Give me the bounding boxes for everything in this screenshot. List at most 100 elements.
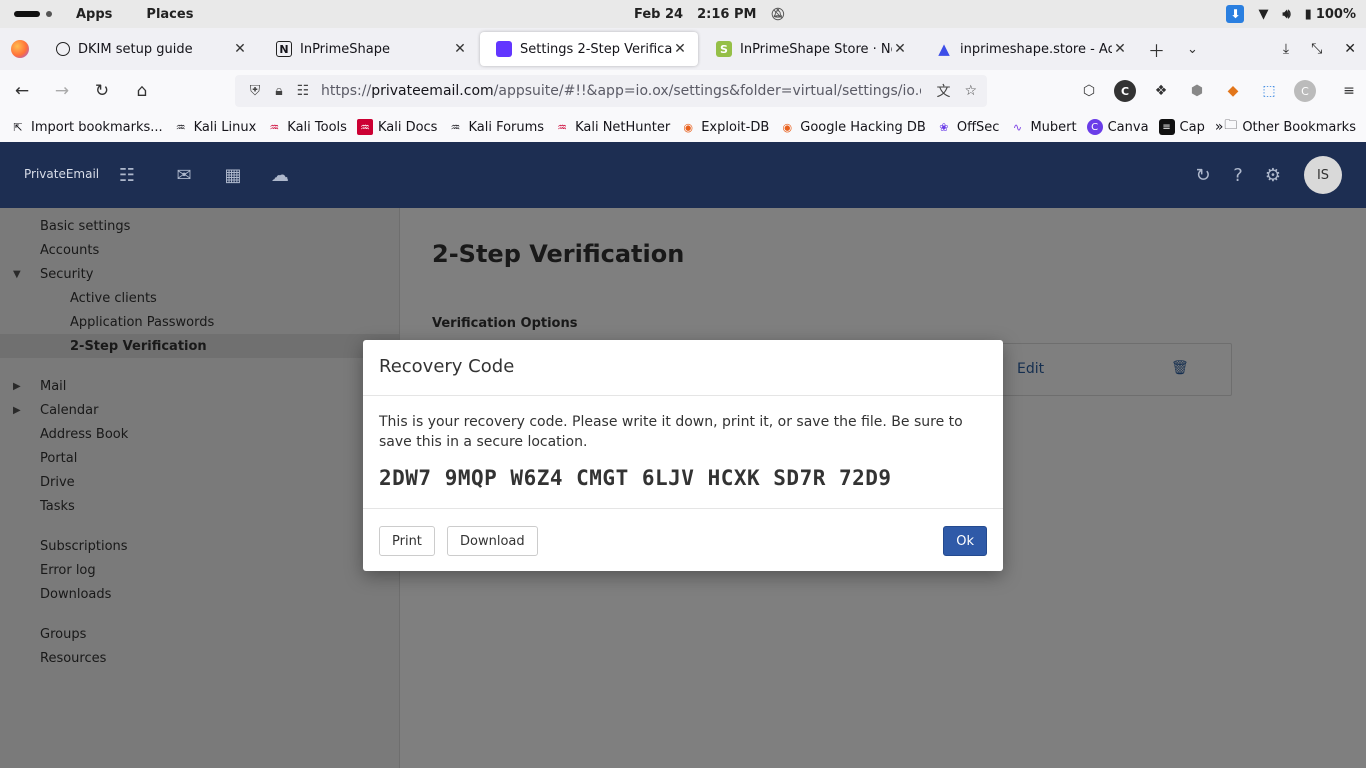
close-tab-icon[interactable]: ✕ xyxy=(452,41,468,57)
help-icon[interactable]: ? xyxy=(1225,162,1251,188)
list-all-tabs-icon[interactable]: ⌄ xyxy=(1187,42,1198,57)
dialog-message: This is your recovery code. Please write… xyxy=(379,414,963,450)
nethunter-icon: ♒ xyxy=(557,120,568,134)
extensions-icon[interactable]: ❖ xyxy=(1150,80,1172,102)
more-bookmarks-icon[interactable]: » xyxy=(1215,119,1224,135)
bookmark-exploit-db[interactable]: ◉ Exploit-DB xyxy=(680,119,769,135)
tab-inprimeshape-store[interactable]: S InPrimeShape Store · Noti ✕ xyxy=(700,32,918,66)
screenshot-icon[interactable]: ⬚ xyxy=(1258,80,1280,102)
url-text[interactable]: https://privateemail.com/appsuite/#!!&ap… xyxy=(321,83,921,99)
notifications-muted-icon: 🔕︎ xyxy=(770,7,786,21)
clock-date: Feb 24 xyxy=(634,6,684,22)
forward-icon[interactable]: → xyxy=(44,75,80,107)
kali-icon: ♒ xyxy=(175,120,186,134)
firefox-icon[interactable] xyxy=(0,28,40,70)
close-tab-icon[interactable]: ✕ xyxy=(892,41,908,57)
kali-docs-icon: ♒ xyxy=(356,119,373,135)
privateemail-icon xyxy=(496,41,512,57)
exploit-db-icon: ◉ xyxy=(782,120,793,134)
avatar[interactable]: IS xyxy=(1304,156,1342,194)
dialog-body: This is your recovery code. Please write… xyxy=(363,396,1003,509)
bookmark-kali-nethunter[interactable]: ♒ Kali NetHunter xyxy=(554,119,670,135)
bookmark-kali-linux[interactable]: ♒ Kali Linux xyxy=(173,119,257,135)
tab-dkim-setup-guide[interactable]: DKIM setup guide ✕ xyxy=(40,32,258,66)
tab-title: InPrimeShape xyxy=(300,41,391,57)
capcut-icon: ≡ xyxy=(1158,119,1175,135)
mail-icon[interactable]: ✉ xyxy=(171,162,197,188)
bookmark-kali-tools[interactable]: ♒ Kali Tools xyxy=(266,119,347,135)
bookmark-cap[interactable]: ≡ Cap xyxy=(1158,119,1205,135)
close-tab-icon[interactable]: ✕ xyxy=(672,41,688,57)
address-bar[interactable]: ⛨ 🔒︎ ☷ https://privateemail.com/appsuite… xyxy=(235,75,987,107)
translate-icon[interactable]: 文 xyxy=(936,81,950,101)
restore-icon[interactable]: ⤡ xyxy=(1311,41,1322,57)
bookmark-google-hacking-db[interactable]: ◉ Google Hacking DB xyxy=(779,119,925,135)
print-button[interactable]: Print xyxy=(379,526,435,556)
canva-icon: C xyxy=(1086,119,1103,135)
kali-forums-icon: ♒ xyxy=(450,120,461,134)
tracking-protection-icon[interactable]: ⛨ xyxy=(243,83,267,99)
new-tab-icon[interactable]: ＋ xyxy=(1148,37,1165,62)
notion-icon: N xyxy=(276,41,292,57)
bookmark-kali-docs[interactable]: ♒ Kali Docs xyxy=(356,119,437,135)
minimize-icon[interactable]: ⤓ xyxy=(1283,41,1289,57)
bookmark-canva[interactable]: C Canva xyxy=(1086,119,1149,135)
bookmarks-toolbar: ⇱ Import bookmarks... ♒ Kali Linux ♒ Kali T… xyxy=(0,112,1366,142)
folder-icon: 🗀 xyxy=(1224,118,1238,133)
activities-button[interactable] xyxy=(0,0,66,28)
ok-button[interactable]: Ok xyxy=(943,526,987,556)
close-tab-icon[interactable]: ✕ xyxy=(232,41,248,57)
lock-icon[interactable]: 🔒︎ xyxy=(267,83,291,99)
bookmark-offsec[interactable]: ❀ OffSec xyxy=(936,119,999,135)
battery-icon: ▮ xyxy=(1304,6,1312,22)
home-icon[interactable]: ⌂ xyxy=(124,75,160,107)
close-window-icon[interactable]: ✕ xyxy=(1344,41,1356,57)
mubert-icon: ∿ xyxy=(1012,120,1023,134)
triangle-icon: ▲ xyxy=(938,40,950,58)
bookmark-mubert[interactable]: ∿ Mubert xyxy=(1009,119,1077,135)
clock-time: 2:16 PM xyxy=(697,6,757,22)
openai-icon xyxy=(56,42,70,56)
metamask-icon[interactable]: ◆ xyxy=(1222,80,1244,102)
clock[interactable]: Feb 24 2:16 PM 🔕︎ xyxy=(634,0,786,28)
reload-icon[interactable]: ↻ xyxy=(84,75,120,107)
extension-blob-icon[interactable]: ⬢ xyxy=(1186,80,1208,102)
calendar-icon[interactable]: ▦ xyxy=(220,162,246,188)
extension-grey-c-icon[interactable]: C xyxy=(1294,80,1316,102)
settings-gear-icon[interactable]: ⚙ xyxy=(1260,162,1286,188)
drive-cloud-icon[interactable]: ☁ xyxy=(267,162,293,188)
system-top-bar: Apps Places Feb 24 2:16 PM 🔕︎ ⬇ ▼ 🔊︎ ▮ 1… xyxy=(0,0,1366,28)
dialog-footer: Print Download Ok xyxy=(363,509,1003,571)
bookmark-star-icon[interactable]: ☆ xyxy=(964,83,977,99)
apps-menu[interactable]: Apps xyxy=(76,7,112,22)
shopify-icon: S xyxy=(716,41,732,57)
brand-logo[interactable]: PrivateEmail xyxy=(24,167,99,181)
bookmark-import[interactable]: ⇱ Import bookmarks... xyxy=(10,119,162,135)
offsec-icon: ❀ xyxy=(939,120,949,134)
download-indicator-icon[interactable]: ⬇ xyxy=(1226,5,1245,23)
close-tab-icon[interactable]: ✕ xyxy=(1112,41,1128,57)
workspace-dot-icon xyxy=(46,11,52,17)
pocket-icon[interactable]: ⬡ xyxy=(1078,80,1100,102)
download-button[interactable]: Download xyxy=(447,526,538,556)
import-icon: ⇱ xyxy=(13,120,23,134)
extension-c-icon[interactable]: C xyxy=(1114,80,1136,102)
tab-settings-2-step-verification[interactable]: Settings 2-Step Verification ✕ xyxy=(480,32,698,66)
bookmark-kali-forums[interactable]: ♒ Kali Forums xyxy=(447,119,545,135)
menu-icon[interactable]: ≡ xyxy=(1338,80,1360,102)
tab-inprimeshape[interactable]: N InPrimeShape ✕ xyxy=(260,32,478,66)
tab-inprimeshape-store-advanced[interactable]: ▲ inprimeshape.store - Adva ✕ xyxy=(920,32,1138,66)
dialog-title: Recovery Code xyxy=(363,340,1003,396)
system-tray[interactable]: ⬇ ▼ 🔊︎ ▮ 100% xyxy=(1226,0,1356,28)
app-launcher-icon[interactable]: ☷ xyxy=(114,162,140,188)
volume-icon: 🔊︎ xyxy=(1282,6,1291,22)
back-icon[interactable]: ← xyxy=(4,75,40,107)
refresh-icon[interactable]: ↻ xyxy=(1190,162,1216,188)
recovery-code-dialog: Recovery Code This is your recovery code… xyxy=(363,340,1003,571)
exploit-db-icon: ◉ xyxy=(683,120,694,134)
tab-title: inprimeshape.store - Adva xyxy=(960,41,1112,57)
other-bookmarks[interactable]: 🗀 Other Bookmarks xyxy=(1224,112,1356,142)
permissions-icon[interactable]: ☷ xyxy=(291,83,315,99)
places-menu[interactable]: Places xyxy=(146,7,193,22)
workspace-indicator-icon xyxy=(14,11,40,17)
